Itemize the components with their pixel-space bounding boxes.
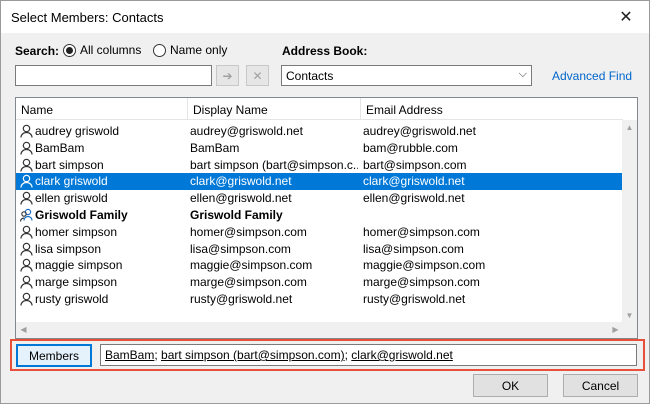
- cell-name: audrey griswold: [35, 124, 120, 138]
- address-book-value: Contacts: [286, 69, 334, 83]
- table-row[interactable]: clark griswold clark@griswold.net clark@gr…: [16, 173, 623, 191]
- chevron-down-icon: ⌵: [518, 68, 527, 80]
- scroll-left-icon[interactable]: ◀: [16, 322, 31, 338]
- dialog-title: Select Members: Contacts: [11, 10, 164, 25]
- list-header: Name Display Name Email Address: [16, 98, 623, 120]
- table-row[interactable]: marge simpson marge@simpson.com marge@simp…: [16, 274, 623, 291]
- cell-email: bam@rubble.com: [363, 140, 458, 155]
- column-header-display-name[interactable]: Display Name: [193, 103, 268, 117]
- contact-icon: [20, 174, 33, 188]
- contact-icon: [20, 275, 33, 289]
- search-label: Search:: [15, 44, 60, 58]
- cell-name: rusty griswold: [35, 291, 109, 306]
- cell-email: clark@griswold.net: [363, 174, 465, 189]
- table-row[interactable]: BamBam BamBam bam@rubble.com: [16, 140, 623, 157]
- table-row[interactable]: lisa simpson lisa@simpson.com lisa@simpson…: [16, 241, 623, 258]
- cell-email: ellen@griswold.net: [363, 191, 465, 206]
- table-row[interactable]: homer simpson homer@simpson.com homer@simp…: [16, 224, 623, 241]
- cell-display-name: bart simpson (bart@simpson.c...: [190, 157, 358, 172]
- cell-name: lisa simpson: [35, 241, 102, 256]
- contacts-list[interactable]: Name Display Name Email Address audrey g…: [15, 97, 638, 339]
- member-recipient[interactable]: clark@griswold.net: [351, 348, 453, 362]
- cell-email: marge@simpson.com: [363, 275, 480, 290]
- table-row[interactable]: Griswold Family Griswold Family: [16, 207, 623, 224]
- radio-all-columns-label: All columns: [80, 43, 142, 57]
- horizontal-scrollbar[interactable]: ◀ ▶: [16, 322, 623, 338]
- cell-name: clark griswold: [35, 174, 108, 189]
- group-icon: [19, 208, 33, 222]
- cell-email: bart@simpson.com: [363, 157, 467, 172]
- cell-name: maggie simpson: [35, 258, 123, 273]
- cell-display-name: marge@simpson.com: [190, 275, 307, 290]
- cell-display-name: homer@simpson.com: [190, 224, 307, 239]
- cell-email: maggie@simpson.com: [363, 258, 486, 273]
- contact-icon: [20, 124, 33, 138]
- cell-display-name: BamBam: [190, 140, 240, 155]
- advanced-find-link[interactable]: Advanced Find: [552, 69, 632, 83]
- radio-all-columns[interactable]: All columns: [63, 43, 141, 57]
- members-button[interactable]: Members: [16, 344, 92, 367]
- select-members-dialog: Select Members: Contacts ✕ Search: All c…: [0, 0, 650, 404]
- cell-email: lisa@simpson.com: [363, 241, 464, 256]
- cell-display-name: maggie@simpson.com: [190, 258, 313, 273]
- cell-display-name: Griswold Family: [190, 207, 283, 222]
- column-header-name[interactable]: Name: [21, 103, 53, 117]
- title-bar: Select Members: Contacts ✕: [1, 1, 649, 33]
- member-recipient[interactable]: bart simpson (bart@simpson.com): [161, 348, 345, 362]
- contact-icon: [20, 158, 33, 172]
- member-recipient[interactable]: BamBam: [105, 348, 154, 362]
- radio-name-only[interactable]: Name only: [153, 43, 227, 57]
- search-input[interactable]: [15, 65, 212, 86]
- cell-display-name: rusty@griswold.net: [190, 291, 293, 306]
- contact-rows: audrey griswold audrey@griswold.net audrey…: [16, 123, 623, 308]
- radio-selected-icon: [63, 43, 76, 57]
- contact-icon: [20, 225, 33, 239]
- contact-icon: [20, 191, 33, 205]
- cell-display-name: audrey@griswold.net: [190, 124, 303, 138]
- cell-email: homer@simpson.com: [363, 224, 480, 239]
- cell-email: audrey@griswold.net: [363, 124, 476, 138]
- table-row[interactable]: audrey griswold audrey@griswold.net audrey…: [16, 123, 623, 140]
- table-row[interactable]: ellen griswold ellen@griswold.net ellen@gr…: [16, 190, 623, 207]
- cell-display-name: clark@griswold.net: [190, 174, 292, 189]
- close-icon[interactable]: ✕: [603, 1, 649, 33]
- table-row[interactable]: rusty griswold rusty@griswold.net rusty@gr…: [16, 291, 623, 308]
- ok-button[interactable]: OK: [473, 374, 548, 397]
- cell-name: homer simpson: [35, 224, 118, 239]
- contact-icon: [20, 258, 33, 272]
- go-arrow-icon[interactable]: ➔: [216, 65, 239, 86]
- clear-search-icon[interactable]: ✕: [246, 65, 269, 86]
- table-row[interactable]: maggie simpson maggie@simpson.com maggie@s…: [16, 257, 623, 274]
- address-book-select[interactable]: Contacts ⌵: [281, 65, 532, 86]
- vertical-scrollbar[interactable]: ▲ ▼: [622, 120, 637, 323]
- contact-icon: [20, 242, 33, 256]
- radio-name-only-label: Name only: [170, 43, 228, 57]
- cell-display-name: lisa@simpson.com: [190, 241, 291, 256]
- column-header-email[interactable]: Email Address: [366, 103, 443, 117]
- cell-name: bart simpson: [35, 157, 104, 172]
- cell-email: rusty@griswold.net: [363, 291, 466, 306]
- contact-icon: [20, 292, 33, 306]
- column-divider: [187, 98, 188, 120]
- cell-name: BamBam: [35, 140, 85, 155]
- scrollbar-corner: [621, 321, 637, 338]
- cancel-button[interactable]: Cancel: [563, 374, 638, 397]
- radio-unselected-icon: [153, 43, 166, 57]
- address-book-label: Address Book:: [282, 44, 368, 58]
- cell-name: Griswold Family: [35, 207, 128, 222]
- cell-name: marge simpson: [35, 275, 118, 290]
- contact-icon: [20, 141, 33, 155]
- cell-name: ellen griswold: [35, 191, 108, 206]
- cell-display-name: ellen@griswold.net: [190, 191, 292, 206]
- members-field[interactable]: BamBam; bart simpson (bart@simpson.com);…: [100, 344, 637, 366]
- scroll-up-icon[interactable]: ▲: [622, 120, 637, 135]
- column-divider: [360, 98, 361, 120]
- table-row[interactable]: bart simpson bart simpson (bart@simpson.c…: [16, 157, 623, 174]
